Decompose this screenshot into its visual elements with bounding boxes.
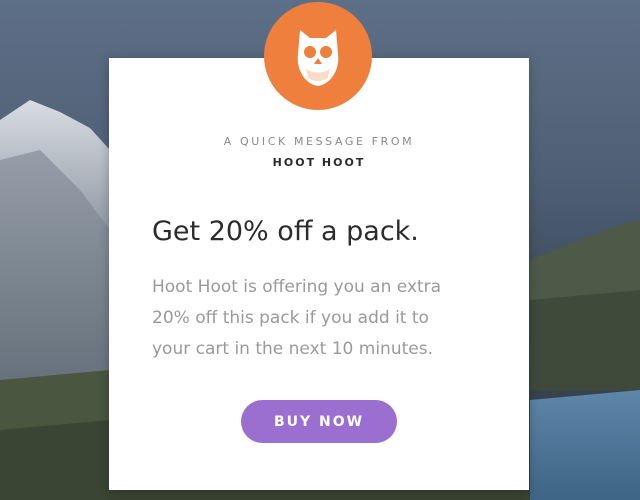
message-eyebrow: A QUICK MESSAGE FROM [223, 135, 415, 148]
description-line: 20% off this pack if you add it to [152, 308, 429, 328]
owl-badge [264, 2, 372, 110]
brand-name: HOOT HOOT [272, 156, 366, 169]
description-line: Hoot Hoot is offering you an extra [152, 277, 442, 297]
buy-now-button[interactable]: BUY NOW [241, 400, 397, 443]
promo-description: Hoot Hoot is offering you an extra 20% o… [152, 272, 482, 365]
description-line: your cart in the next 10 minutes. [152, 339, 433, 359]
promo-headline: Get 20% off a pack. [152, 216, 419, 247]
owl-icon [297, 30, 339, 86]
